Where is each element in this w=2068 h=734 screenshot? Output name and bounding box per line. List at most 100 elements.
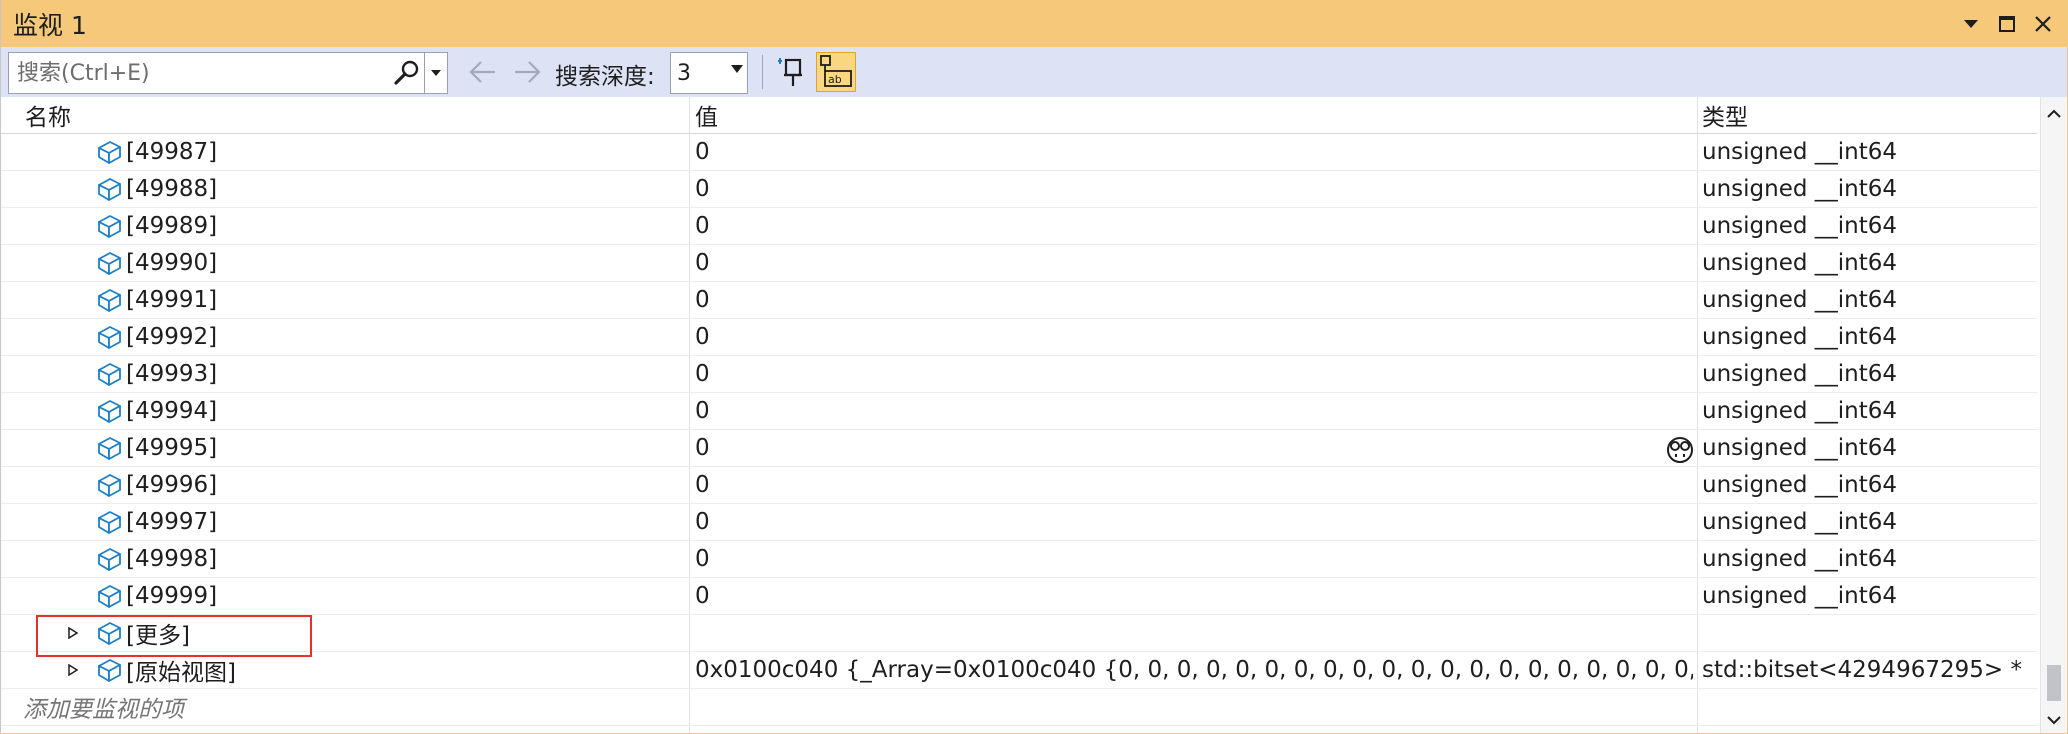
watch-row-value[interactable]: 0 [695, 578, 1693, 614]
watch-row-type: std::bitset<4294967295> * [1702, 652, 2032, 688]
watch-row[interactable]: [更多] [1, 615, 2037, 652]
watch-row-name[interactable]: [49993] [96, 356, 686, 392]
watch-row-value[interactable]: 0x0100c040 {_Array=0x0100c040 {0, 0, 0, … [695, 652, 1693, 688]
watch-row-type: unsigned __int64 [1702, 245, 2032, 281]
watch-row-value-text: 0 [695, 324, 710, 350]
maximize-icon [1999, 16, 2015, 32]
watch-row-value-text: 0 [695, 398, 710, 424]
search-input[interactable] [15, 59, 379, 87]
add-watch-input[interactable]: 添加要监视的项 [23, 689, 623, 725]
watch-row[interactable]: [49988] 0 unsigned __int64 [1, 171, 2037, 208]
watch-row[interactable]: [49999] 0 unsigned __int64 [1, 578, 2037, 615]
watch-row-type: unsigned __int64 [1702, 282, 2032, 318]
copilot-icon[interactable] [1665, 435, 1695, 465]
watch-row-value[interactable]: 0 [695, 245, 1693, 281]
watch-row[interactable]: [49989] 0 unsigned __int64 [1, 208, 2037, 245]
watch-row-value[interactable]: 0 [695, 134, 1693, 170]
watch-row-value-text: 0 [695, 287, 710, 313]
object-icon [98, 363, 121, 386]
watch-row-type: unsigned __int64 [1702, 578, 2032, 614]
column-header-name[interactable]: 名称 [25, 97, 71, 133]
back-button[interactable] [467, 59, 499, 85]
expand-arrow-icon[interactable] [67, 664, 79, 676]
forward-button[interactable] [511, 59, 543, 85]
maximize-button[interactable] [1991, 8, 2023, 40]
pin-button[interactable] [777, 55, 807, 89]
window-menu-button[interactable] [1955, 8, 1987, 40]
scroll-up-icon[interactable] [2047, 109, 2061, 118]
watch-row-name[interactable]: [49997] [96, 504, 686, 540]
watch-row-value[interactable]: 0 [695, 504, 1693, 540]
column-header-value[interactable]: 值 [695, 97, 718, 133]
object-icon [98, 215, 121, 238]
watch-row-name[interactable]: [原始视图] [96, 652, 686, 688]
watch-row-value[interactable]: 0 [695, 319, 1693, 355]
search-button[interactable] [393, 59, 421, 87]
watch-grid: 名称 值 类型 [49987] 0 unsigned __int64 [4998… [1, 97, 2041, 733]
grid-header: 名称 值 类型 [1, 97, 2037, 134]
close-button[interactable] [2027, 8, 2059, 40]
watch-row-value-text: 0 [695, 472, 710, 498]
watch-row-name[interactable]: [49992] [96, 319, 686, 355]
watch-row[interactable]: [49994] 0 unsigned __int64 [1, 393, 2037, 430]
watch-row-name[interactable]: [更多] [96, 615, 686, 651]
watch-row[interactable]: [49993] 0 unsigned __int64 [1, 356, 2037, 393]
watch-row-name-text: [49996] [126, 472, 218, 498]
watch-row-value-text: 0 [695, 139, 710, 165]
watch-row-name[interactable]: [49988] [96, 171, 686, 207]
watch-row-name-text: [49998] [126, 546, 218, 572]
scrollbar-thumb[interactable] [2047, 665, 2061, 701]
dropdown-icon [1964, 20, 1978, 28]
watch-row-type-text: unsigned __int64 [1702, 324, 1898, 350]
watch-row-type: unsigned __int64 [1702, 319, 2032, 355]
watch-row-value[interactable]: 0 [695, 356, 1693, 392]
watch-row-value[interactable]: 0 [695, 208, 1693, 244]
object-icon [98, 659, 121, 682]
watch-row[interactable]: [49998] 0 unsigned __int64 [1, 541, 2037, 578]
watch-row-name[interactable]: [49999] [96, 578, 686, 614]
watch-row[interactable]: [49992] 0 unsigned __int64 [1, 319, 2037, 356]
search-depth-select[interactable]: 3 [670, 52, 748, 94]
watch-row-name-text: [49995] [126, 435, 218, 461]
watch-row-name[interactable]: [49996] [96, 467, 686, 503]
search-box[interactable] [8, 52, 448, 94]
watch-row[interactable]: [49997] 0 unsigned __int64 [1, 504, 2037, 541]
watch-row[interactable]: [49990] 0 unsigned __int64 [1, 245, 2037, 282]
watch-row-type: unsigned __int64 [1702, 504, 2032, 540]
watch-row-name[interactable]: [49995] [96, 430, 686, 466]
object-icon [98, 474, 121, 497]
watch-row[interactable]: [49995] 0 unsigned __int64 [1, 430, 2037, 467]
watch-row-name[interactable]: [49989] [96, 208, 686, 244]
watch-row[interactable]: [49991] 0 unsigned __int64 [1, 282, 2037, 319]
watch-row-value[interactable]: 0 [695, 430, 1693, 466]
watch-row[interactable]: [49987] 0 unsigned __int64 [1, 134, 2037, 171]
watch-row-value[interactable]: 0 [695, 282, 1693, 318]
watch-row-name[interactable]: [49998] [96, 541, 686, 577]
column-header-type[interactable]: 类型 [1702, 97, 1748, 133]
watch-row-value[interactable]: 0 [695, 467, 1693, 503]
watch-row-name-text: [49997] [126, 509, 218, 535]
add-watch-row[interactable]: 添加要监视的项 [1, 689, 2037, 726]
hex-display-button[interactable]: ab [816, 52, 856, 92]
watch-row-value-text: 0 [695, 361, 710, 387]
watch-row-value-text: 0 [695, 176, 710, 202]
watch-row-value[interactable] [695, 615, 1693, 651]
watch-row-value[interactable]: 0 [695, 171, 1693, 207]
watch-row[interactable]: [49996] 0 unsigned __int64 [1, 467, 2037, 504]
watch-row-type-text: unsigned __int64 [1702, 213, 1898, 239]
watch-row-value[interactable]: 0 [695, 541, 1693, 577]
watch-row-name[interactable]: [49990] [96, 245, 686, 281]
watch-row-type-text: unsigned __int64 [1702, 287, 1898, 313]
vertical-scrollbar[interactable] [2040, 97, 2067, 733]
watch-row-name[interactable]: [49991] [96, 282, 686, 318]
expand-arrow-icon[interactable] [67, 627, 79, 639]
svg-text:ab: ab [828, 73, 842, 86]
watch-window: 监视 1 搜索(Ctrl+E) 搜索深度: 3 ab 名称 值 类型 [4998… [0, 0, 2068, 734]
watch-row-name[interactable]: [49987] [96, 134, 686, 170]
title-bar: 监视 1 [1, 1, 2067, 47]
watch-row-value[interactable]: 0 [695, 393, 1693, 429]
watch-row[interactable]: [原始视图] 0x0100c040 {_Array=0x0100c040 {0,… [1, 652, 2037, 689]
scroll-down-icon[interactable] [2047, 716, 2061, 725]
watch-row-name[interactable]: [49994] [96, 393, 686, 429]
search-options-dropdown[interactable] [424, 53, 447, 93]
